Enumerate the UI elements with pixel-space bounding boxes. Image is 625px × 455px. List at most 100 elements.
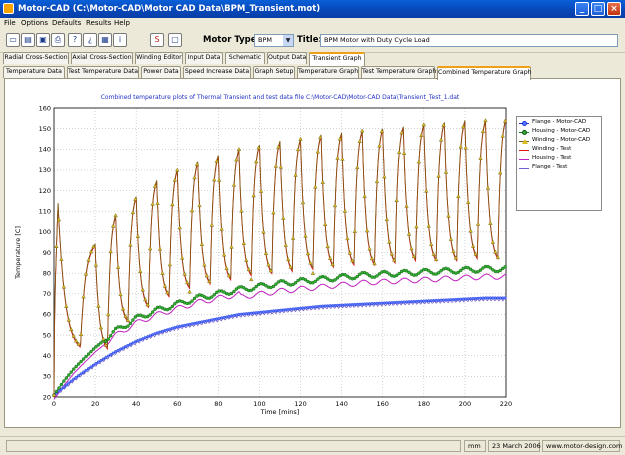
x-tick-label: 100 [253,400,265,408]
winding-motorcad-point [249,277,254,282]
tab-power-data[interactable]: Power Data [141,66,181,78]
housing-motorcad-point [335,276,340,280]
flange-motorcad-point [264,310,268,314]
clipboard-icon[interactable]: ▢ [168,33,182,47]
winding-motorcad-point [394,198,399,202]
flange-motorcad-point [109,353,113,357]
flange-motorcad-point [212,317,216,321]
title-input[interactable]: BPM Motor with Duty Cycle Load [320,34,618,47]
winding-motorcad-point [419,133,424,137]
flange-motorcad-point [64,383,68,387]
flange-motorcad-point [131,341,135,345]
flange-motorcad-point [87,367,91,371]
winding-motorcad-point [281,215,286,220]
flange-motorcad-point [215,317,219,321]
menu-defaults[interactable]: Defaults [52,19,81,27]
flange-motorcad-point [96,360,100,364]
winding-motorcad-point [286,257,291,262]
calculator-icon[interactable]: ▦ [98,33,112,47]
flange-motorcad-point [146,335,150,339]
info-icon[interactable]: i [113,33,127,47]
flange-motorcad-point [471,297,475,301]
tab-speed-increase-data[interactable]: Speed Increase Data [183,66,251,78]
housing-motorcad-point [170,304,175,309]
flange-motorcad-point [486,296,490,300]
minimize-button[interactable]: _ [575,2,589,16]
menu-options[interactable]: Options [21,19,48,27]
menu-help[interactable]: Help [114,19,130,27]
tab-input-data[interactable]: Input Data [185,52,223,64]
tab-radial-cross-section[interactable]: Radial Cross-Section [3,52,69,64]
flange-motorcad-point [104,356,108,360]
print-icon[interactable]: ⎙ [51,33,65,47]
winding-motorcad-point [426,223,431,228]
winding-motorcad-point [335,155,340,160]
winding-motorcad-point [401,150,407,155]
flange-motorcad-point [158,330,162,334]
tab-output-data[interactable]: Output Data [267,52,307,64]
housing-motorcad-point [375,274,379,278]
flange-motorcad-point [101,357,105,361]
winding-motorcad-point [128,242,133,247]
tab-temperature-graph[interactable]: Temperature Graph [297,66,359,78]
flange-motorcad-point [244,312,248,316]
open-file-icon[interactable]: ▤ [21,33,35,47]
winding-motorcad-point [436,173,441,178]
winding-motorcad-point [66,317,71,322]
tab-combined-temperature-graph[interactable]: Combined Temperature Graph [437,66,532,80]
tab-schematic[interactable]: Schematic [225,52,265,64]
housing-motorcad-point [436,271,441,275]
flange-motorcad-point [289,307,293,311]
tab-test-temperature-data[interactable]: Test Temperature Data [67,66,139,78]
flange-motorcad-point [242,312,246,316]
x-tick-label: 0 [52,400,56,408]
menu-results[interactable]: Results [86,19,111,27]
tab-transient-graph[interactable]: Transient Graph [309,52,365,66]
flange-motorcad-point [370,302,374,306]
flange-motorcad-point [74,375,78,379]
help-icon[interactable]: ? [68,33,82,47]
housing-motorcad-point [72,367,76,371]
housing-motorcad-point [271,284,276,289]
close-button[interactable]: × [607,2,621,16]
housing-motorcad-point [168,306,172,311]
winding-motorcad-point [468,228,473,233]
winding-motorcad-point [429,242,434,247]
circle-marker-icon [522,129,527,135]
flange-motorcad-point [205,319,209,323]
housing-motorcad-point [397,271,401,276]
winding-motorcad-point [162,283,168,288]
menu-file[interactable]: File [4,19,16,27]
scaling-icon[interactable]: S [150,33,164,47]
flange-motorcad-point [402,300,406,304]
context-help-icon[interactable]: ¿ [83,33,97,47]
flange-motorcad-point [143,336,147,340]
flange-motorcad-point [493,296,497,300]
y-tick-label: 50 [43,331,51,339]
winding-motorcad-point [500,133,505,138]
flange-motorcad-point [79,372,83,376]
tab-axial-cross-section[interactable]: Axial Cross-Section [71,52,133,64]
save-file-icon[interactable]: ▣ [36,33,50,47]
flange-motorcad-point [128,342,132,346]
flange-motorcad-point [454,297,458,301]
tab-test-temperature-graph[interactable]: Test Temperature Graph [361,66,436,78]
y-tick-label: 160 [39,104,51,112]
winding-motorcad-point [160,270,165,275]
tab-graph-setup[interactable]: Graph Setup [253,66,295,78]
tab-temperature-data[interactable]: Temperature Data [3,66,65,78]
x-tick-label: 60 [173,400,181,408]
flange-motorcad-point [91,363,95,367]
flange-motorcad-point [464,297,468,301]
motor-type-select[interactable]: BPM ▼ [254,34,294,47]
flange-motorcad-point [313,305,317,309]
maximize-button[interactable]: □ [591,2,605,16]
graph-panel: Combined temperature plots of Thermal Tr… [4,78,621,428]
status-date: 23 March 2006 [488,440,541,452]
winding-motorcad-point [300,200,306,205]
new-file-icon[interactable]: ▭ [6,33,20,47]
tab-winding-editor[interactable]: Winding Editor [135,52,183,64]
x-tick-label: 40 [132,400,140,408]
y-tick-label: 100 [39,228,51,236]
flange-motorcad-point [301,306,305,310]
